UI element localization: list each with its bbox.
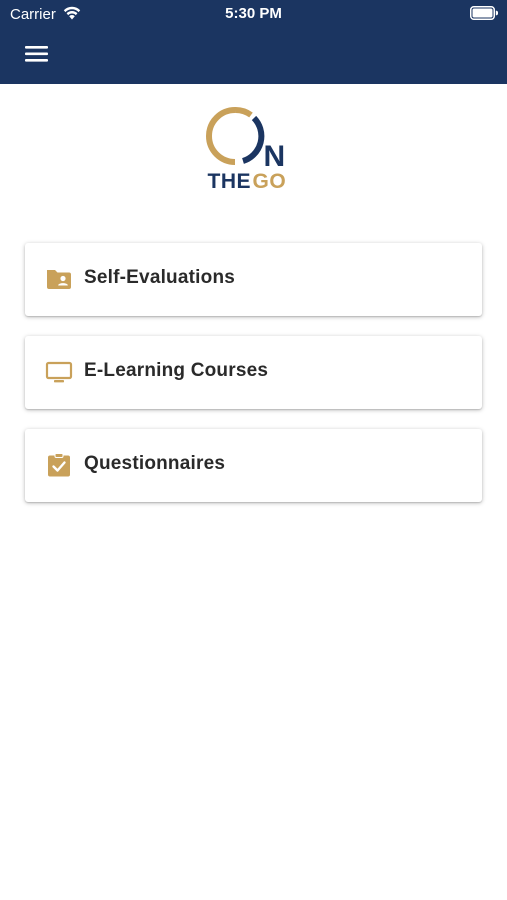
logo-container: N THE GO	[0, 104, 507, 196]
status-bar: Carrier 5:30 PM	[0, 0, 507, 28]
menu-card-label: Questionnaires	[84, 453, 226, 474]
monitor-icon	[45, 360, 73, 384]
menu-card-label: Self-Evaluations	[84, 267, 236, 288]
menu-card-self-evaluations[interactable]: Self-Evaluations	[25, 243, 482, 316]
logo-text-the: THE	[207, 170, 251, 193]
menu-card-questionnaires[interactable]: Questionnaires	[25, 429, 482, 502]
menu-card-label: E-Learning Courses	[84, 360, 269, 381]
hamburger-menu-button[interactable]	[22, 40, 52, 68]
logo-letter-n: N	[263, 140, 286, 173]
app-logo: N THE GO	[199, 104, 309, 196]
app-header: Carrier 5:30 PM	[0, 0, 507, 84]
logo-text-go: GO	[252, 170, 287, 193]
menu-card-e-learning-courses[interactable]: E-Learning Courses	[25, 336, 482, 409]
folder-user-icon	[45, 267, 73, 291]
battery-icon	[470, 6, 499, 24]
status-time: 5:30 PM	[225, 5, 282, 22]
clipboard-check-icon	[45, 453, 73, 477]
